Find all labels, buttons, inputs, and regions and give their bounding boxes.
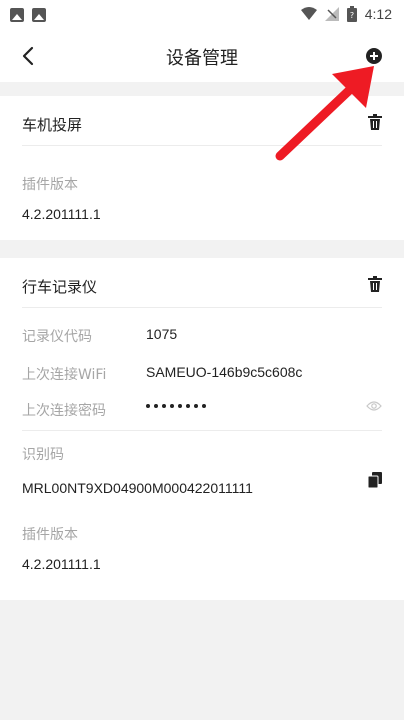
battery-icon: ? bbox=[346, 6, 357, 22]
last-wifi-value: SAMEUO-146b9c5c608c bbox=[146, 364, 303, 380]
plugin-version-value: 4.2.201111.1 bbox=[22, 206, 101, 222]
card-title: 车机投屏 bbox=[22, 116, 83, 134]
copy-icon[interactable] bbox=[368, 472, 382, 488]
app-icon bbox=[32, 8, 46, 22]
id-code-value: MRL00NT9XD04900M000422011111 bbox=[22, 480, 253, 496]
last-password-label: 上次连接密码 bbox=[22, 403, 106, 419]
plugin-version-label: 插件版本 bbox=[22, 527, 78, 543]
status-right-icons: ? 4:12 bbox=[300, 6, 392, 22]
status-bar: ? 4:12 bbox=[0, 0, 404, 30]
status-time: 4:12 bbox=[364, 6, 392, 22]
password-dot bbox=[194, 404, 198, 408]
annotation-arrow bbox=[275, 66, 374, 161]
password-dot bbox=[162, 404, 166, 408]
plugin-version-value: 4.2.201111.1 bbox=[22, 556, 101, 572]
recorder-code-label: 记录仪代码 bbox=[22, 329, 92, 345]
password-dot bbox=[186, 404, 190, 408]
password-dot bbox=[178, 404, 182, 408]
password-mask bbox=[146, 404, 206, 408]
card-title: 行车记录仪 bbox=[22, 278, 98, 296]
plugin-version-label: 插件版本 bbox=[22, 177, 78, 193]
password-dot bbox=[170, 404, 174, 408]
password-dot bbox=[202, 404, 206, 408]
divider bbox=[22, 430, 382, 431]
card-header: 行车记录仪 bbox=[22, 258, 382, 308]
password-dot bbox=[154, 404, 158, 408]
password-dot bbox=[146, 404, 150, 408]
dashcam-card: 行车记录仪 记录仪代码 1075 上次连接WiFi SAMEUO-146b9c5… bbox=[0, 258, 404, 600]
wifi-icon bbox=[300, 7, 317, 20]
last-wifi-label: 上次连接WiFi bbox=[22, 367, 107, 383]
image-icon bbox=[10, 8, 24, 22]
delete-icon[interactable] bbox=[368, 276, 382, 292]
no-signal-icon bbox=[324, 7, 339, 21]
status-left-icons bbox=[10, 8, 46, 22]
svg-text:?: ? bbox=[350, 11, 354, 20]
eye-icon[interactable] bbox=[366, 400, 382, 412]
id-code-label: 识别码 bbox=[22, 447, 64, 463]
recorder-code-value: 1075 bbox=[146, 326, 178, 342]
